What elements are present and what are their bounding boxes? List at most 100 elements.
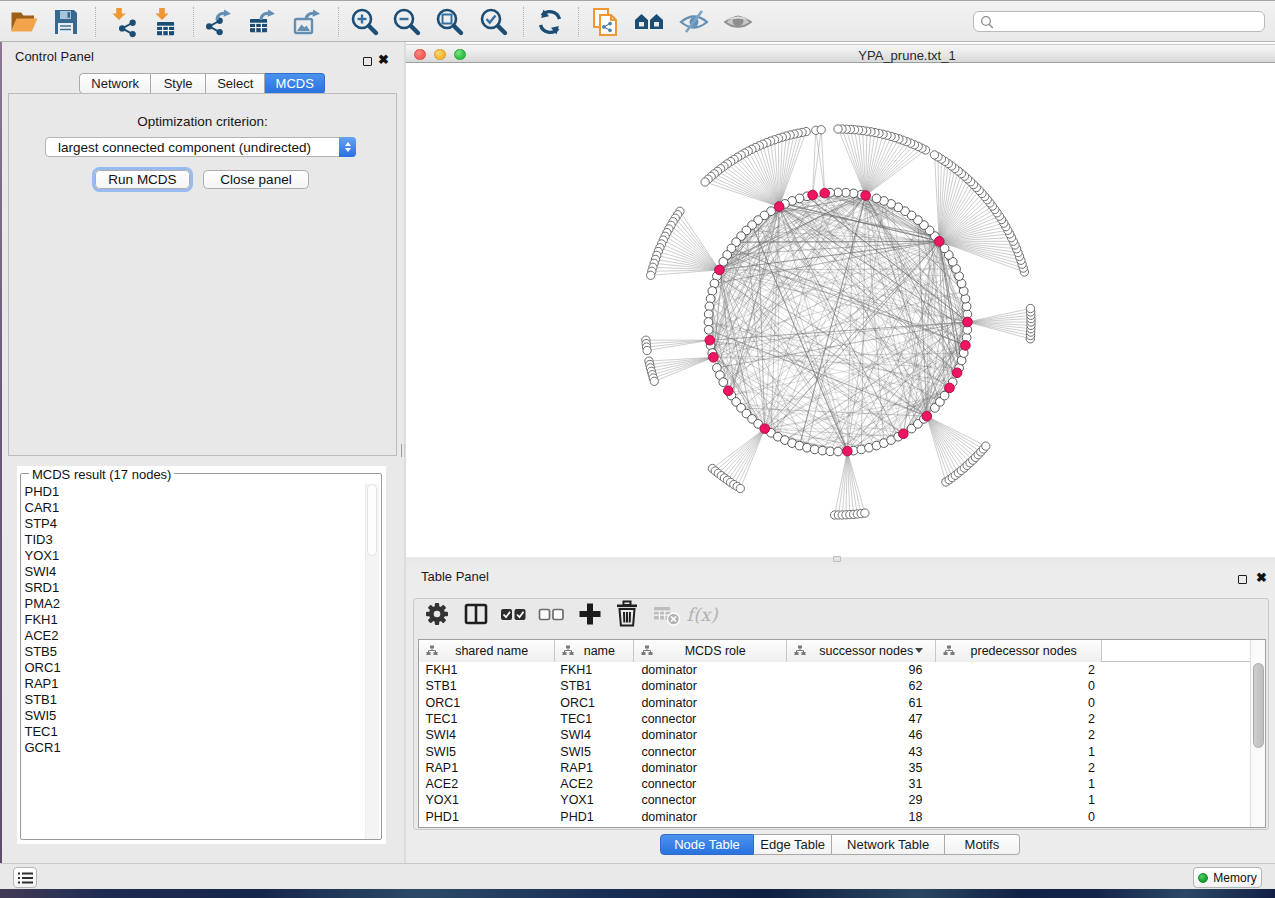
float-table-panel-icon[interactable] — [1238, 570, 1247, 588]
table-row[interactable]: RAP1RAP1dominator352 — [419, 760, 1249, 776]
mcds-node-item[interactable]: STB1 — [25, 692, 365, 708]
zoom-in-icon[interactable] — [348, 6, 382, 38]
tab-style[interactable]: Style — [151, 73, 206, 94]
delete-column-icon[interactable] — [609, 597, 645, 631]
memory-button[interactable]: Memory — [1193, 867, 1262, 888]
float-panel-icon[interactable] — [363, 52, 372, 70]
column-header-MCDS-role[interactable]: MCDS role — [634, 640, 787, 662]
close-panel-icon[interactable]: ✖ — [378, 50, 389, 68]
export-table-icon[interactable] — [245, 6, 279, 38]
refresh-icon[interactable] — [533, 6, 567, 38]
mcds-result-title: MCDS result (17 nodes) — [29, 467, 174, 482]
table-row[interactable]: ORC1ORC1dominator610 — [419, 695, 1249, 711]
mcds-node-item[interactable]: PMA2 — [25, 596, 365, 612]
minimize-light[interactable] — [434, 49, 446, 61]
close-light[interactable] — [414, 49, 426, 61]
network-canvas[interactable] — [406, 64, 1275, 557]
search-box[interactable] — [973, 11, 1265, 32]
table-row[interactable]: SWI4SWI4dominator462 — [419, 727, 1249, 743]
table-row[interactable]: ACE2ACE2connector311 — [419, 776, 1249, 792]
main-toolbar — [0, 0, 1275, 42]
tab-mcds[interactable]: MCDS — [265, 73, 325, 94]
network-window-titlebar[interactable]: YPA_prune.txt_1 — [406, 44, 1275, 63]
table-row[interactable]: TEC1TEC1connector472 — [419, 711, 1249, 727]
optimization-criterion-select[interactable]: largest connected component (undirected) — [45, 137, 356, 157]
sort-chevron-icon[interactable] — [915, 648, 923, 653]
mcds-node-item[interactable]: TEC1 — [25, 724, 365, 740]
table-header-row: shared namenameMCDS rolesuccessor nodesp… — [419, 640, 1265, 662]
mcds-node-item[interactable]: FKH1 — [25, 612, 365, 628]
table-scrollbar[interactable] — [1250, 640, 1265, 827]
import-network-icon[interactable] — [105, 6, 139, 38]
close-panel-button[interactable]: Close panel — [203, 170, 309, 189]
table-scrollbar-thumb[interactable] — [1253, 663, 1264, 748]
search-input[interactable] — [994, 13, 1264, 30]
add-column-icon[interactable] — [572, 597, 608, 631]
delete-table-icon[interactable] — [649, 597, 685, 631]
column-header-name[interactable]: name — [555, 640, 634, 662]
horizontal-splitter-grip[interactable] — [833, 556, 841, 562]
mcds-node-item[interactable]: SWI5 — [25, 708, 365, 724]
memory-label: Memory — [1213, 871, 1256, 885]
select-all-checkboxes-icon[interactable] — [495, 597, 531, 631]
tab-select[interactable]: Select — [206, 73, 266, 94]
network-view-window: YPA_prune.txt_1 — [406, 42, 1275, 565]
mcds-node-item[interactable]: STP4 — [25, 516, 365, 532]
control-panel-title: Control Panel — [15, 49, 94, 64]
mcds-node-item[interactable]: ACE2 — [25, 628, 365, 644]
mcds-node-item[interactable]: GCR1 — [25, 740, 365, 756]
column-header-shared-name[interactable]: shared name — [419, 640, 555, 662]
panel-menu-button[interactable] — [13, 867, 37, 888]
mcds-result-groupbox: MCDS result (17 nodes) PHD1CAR1STP4TID3Y… — [20, 473, 382, 840]
tab-edge-table[interactable]: Edge Table — [754, 834, 832, 855]
export-image-icon[interactable] — [290, 6, 324, 38]
import-table-icon[interactable] — [148, 6, 182, 38]
column-header-predecessor-nodes[interactable]: predecessor nodes — [936, 640, 1102, 662]
zoom-light[interactable] — [454, 49, 466, 61]
close-table-panel-icon[interactable]: ✖ — [1256, 568, 1267, 586]
show-details-icon[interactable] — [721, 6, 755, 38]
desktop-wallpaper — [0, 889, 1275, 898]
gear-icon[interactable] — [419, 597, 455, 631]
duplicate-network-icon[interactable] — [588, 6, 622, 38]
split-columns-icon[interactable] — [458, 597, 494, 631]
search-neighbors-icon[interactable] — [632, 6, 666, 38]
mcds-node-item[interactable]: ORC1 — [25, 660, 365, 676]
clear-checkboxes-icon[interactable] — [533, 597, 569, 631]
mcds-node-item[interactable]: PHD1 — [25, 484, 365, 500]
run-mcds-button[interactable]: Run MCDS — [95, 170, 190, 189]
mcds-node-item[interactable]: STB5 — [25, 644, 365, 660]
mcds-node-item[interactable]: SRD1 — [25, 580, 365, 596]
mcds-result-scrollbar[interactable] — [365, 484, 379, 839]
zoom-fit-icon[interactable] — [433, 6, 467, 38]
table-row[interactable]: STB1STB1dominator620 — [419, 678, 1249, 694]
zoom-selected-icon[interactable] — [477, 6, 511, 38]
tab-motifs[interactable]: Motifs — [945, 834, 1020, 855]
table-row[interactable]: PHD1PHD1dominator180 — [419, 809, 1249, 825]
column-header-successor-nodes[interactable]: successor nodes — [787, 640, 936, 662]
tab-node-table[interactable]: Node Table — [660, 834, 754, 855]
select-stepper-icon — [339, 137, 356, 157]
mcds-node-item[interactable]: TID3 — [25, 532, 365, 548]
mcds-node-item[interactable]: SWI4 — [25, 564, 365, 580]
zoom-out-icon[interactable] — [390, 6, 424, 38]
tab-network[interactable]: Network — [79, 73, 151, 94]
vertical-splitter-grip[interactable] — [401, 444, 405, 457]
export-network-icon[interactable] — [201, 6, 235, 38]
mcds-result-list[interactable]: PHD1CAR1STP4TID3YOX1SWI4SRD1PMA2FKH1ACE2… — [25, 484, 365, 756]
network-window-title: YPA_prune.txt_1 — [802, 48, 1012, 63]
mcds-node-item[interactable]: YOX1 — [25, 548, 365, 564]
open-file-icon[interactable] — [7, 6, 41, 38]
table-row[interactable]: SWI5SWI5connector431 — [419, 744, 1249, 760]
table-row[interactable]: FKH1FKH1dominator962 — [419, 662, 1249, 678]
table-row[interactable]: YOX1YOX1connector291 — [419, 792, 1249, 808]
search-icon — [980, 15, 994, 29]
hide-details-icon[interactable] — [677, 6, 711, 38]
control-panel: Control Panel ✖ NetworkStyleSelectMCDS O… — [0, 42, 404, 863]
mcds-node-item[interactable]: CAR1 — [25, 500, 365, 516]
save-session-icon[interactable] — [49, 6, 83, 38]
window-left-edge — [0, 42, 2, 889]
mcds-node-item[interactable]: RAP1 — [25, 676, 365, 692]
tab-network-table[interactable]: Network Table — [832, 834, 945, 855]
toolbar-separator — [95, 7, 96, 37]
